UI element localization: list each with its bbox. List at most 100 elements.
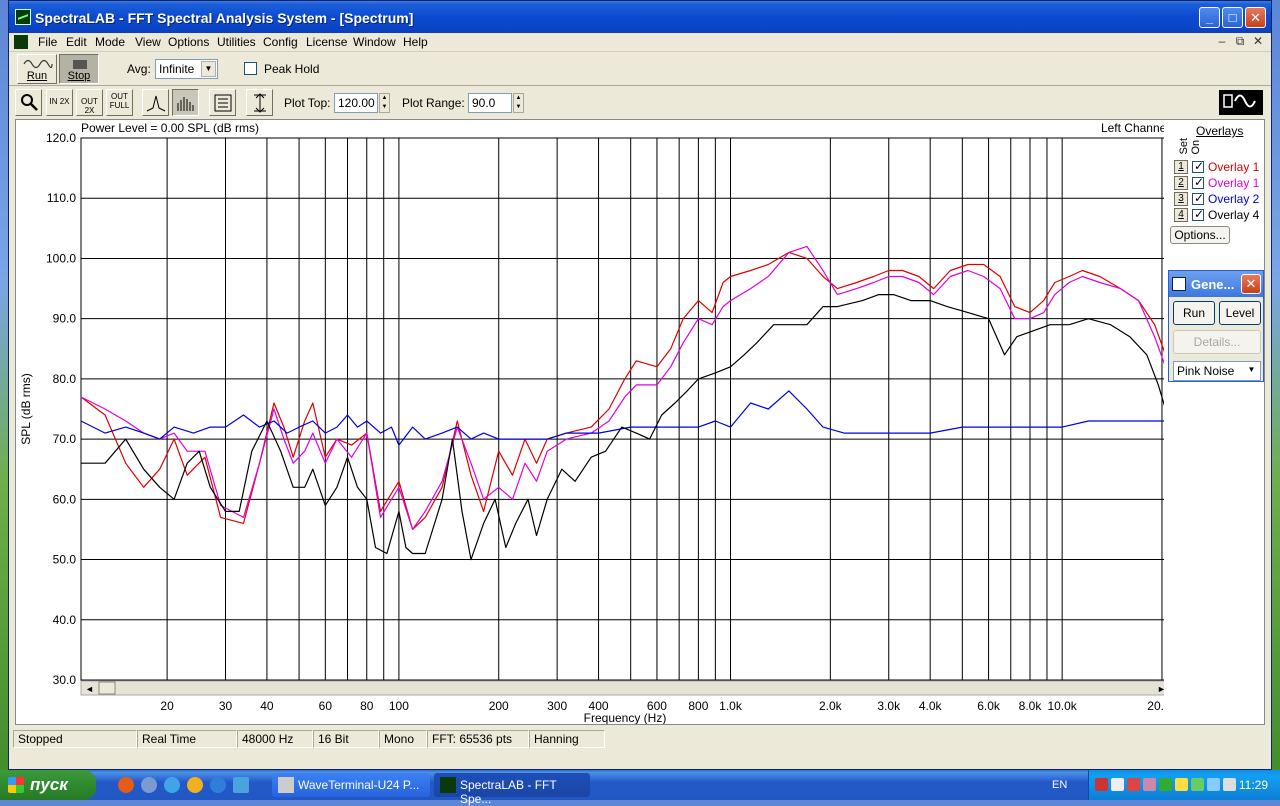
menu-utilities[interactable]: Utilities: [217, 35, 256, 49]
overlay-set-button-3[interactable]: 3: [1174, 192, 1188, 206]
overlay-set-button-2[interactable]: 2: [1174, 176, 1188, 190]
overlay-checkbox-2[interactable]: [1192, 175, 1204, 189]
update-icon[interactable]: [1175, 778, 1188, 791]
search-icon[interactable]: [164, 777, 180, 793]
generator-logo-button[interactable]: [1219, 90, 1263, 115]
avg-select[interactable]: Infinite ▼: [155, 59, 218, 79]
plot-top-label: Plot Top:: [284, 96, 331, 110]
avg-value: Infinite: [159, 62, 195, 76]
x-tick-label: 800: [688, 699, 708, 713]
status-rate: 48000 Hz: [237, 730, 313, 748]
shield-icon[interactable]: [1191, 778, 1204, 791]
x-tick-label: 60: [319, 699, 333, 713]
overlay-checkbox-3[interactable]: [1192, 191, 1204, 205]
bar-plot-button[interactable]: [172, 89, 199, 116]
scrollbar-thumb: [98, 681, 116, 695]
overlay-options-button[interactable]: Options...: [1170, 226, 1230, 244]
language-indicator[interactable]: EN: [1052, 779, 1067, 791]
generator-close-button[interactable]: ✕: [1241, 274, 1261, 294]
menu-help[interactable]: Help: [403, 35, 428, 49]
generator-level-button[interactable]: Level: [1219, 301, 1261, 325]
mdi-minimize-button[interactable]: –: [1214, 34, 1230, 48]
x-tick-label: 2.0k: [819, 699, 843, 713]
x-tick-label: 80: [360, 699, 374, 713]
plot-range-input[interactable]: 90.0: [468, 93, 512, 113]
network-icon[interactable]: [1095, 778, 1108, 791]
peak-hold-checkbox[interactable]: [244, 62, 257, 75]
device-icon[interactable]: [1159, 778, 1172, 791]
x-tick-label: 200: [489, 699, 509, 713]
folder-icon[interactable]: [233, 777, 249, 793]
start-button[interactable]: пуск: [0, 770, 96, 800]
antivirus-icon[interactable]: [1127, 778, 1140, 791]
zoom-out-2x-button[interactable]: OUT 2X: [76, 89, 103, 116]
close-button[interactable]: ✕: [1245, 7, 1266, 28]
menu-options[interactable]: Options: [168, 35, 209, 49]
task-waveterminal[interactable]: WaveTerminal-U24 P...: [272, 773, 430, 797]
x-tick-label: 1.0k: [719, 699, 743, 713]
maximize-button[interactable]: □: [1222, 7, 1243, 28]
generator-title: Gene...: [1191, 277, 1235, 292]
usb-icon[interactable]: [1223, 778, 1236, 791]
firefox-icon[interactable]: [118, 777, 134, 793]
player-icon[interactable]: [187, 777, 203, 793]
bar-plot-icon: [177, 97, 193, 111]
title-bar[interactable]: SpectraLAB - FFT Spectral Analysis Syste…: [9, 1, 1271, 33]
overlay-checkbox-4[interactable]: [1192, 207, 1204, 221]
plot-top-input[interactable]: 120.00: [334, 93, 378, 113]
zoom-in-2x-button[interactable]: IN 2X: [46, 89, 73, 116]
plot-top-spinner[interactable]: ▲ ▼: [379, 93, 390, 113]
menu-mode[interactable]: Mode: [95, 35, 125, 49]
mdi-close-button[interactable]: ✕: [1250, 34, 1266, 48]
y-tick-label: 110.0: [47, 191, 76, 205]
generator-signal-select[interactable]: Pink Noise ▼: [1173, 361, 1261, 381]
plot-range-spinner[interactable]: ▲ ▼: [513, 93, 524, 113]
document-icon[interactable]: [14, 35, 28, 49]
overlay-set-button-1[interactable]: 1: [1174, 160, 1188, 174]
menu-window[interactable]: Window: [353, 35, 396, 49]
monitor-icon[interactable]: [1207, 778, 1220, 791]
media-icon[interactable]: [141, 777, 157, 793]
x-tick-label: 4.0k: [919, 699, 943, 713]
menu-file[interactable]: File: [38, 35, 57, 49]
overlay-row-3: 3 Overlay 2: [1174, 191, 1266, 207]
menu-config[interactable]: Config: [263, 35, 298, 49]
generator-run-button[interactable]: Run: [1173, 301, 1215, 325]
ie-icon[interactable]: [210, 777, 226, 793]
volume-icon[interactable]: [1111, 778, 1124, 791]
task-spectralab[interactable]: SpectraLAB - FFT Spe...: [434, 773, 590, 806]
zoom-button[interactable]: [15, 89, 42, 116]
generator-title-bar[interactable]: Gene... ✕: [1169, 271, 1263, 297]
stop-label: Stop: [67, 70, 91, 82]
spectrum-plot-area[interactable]: Power Level = 0.00 SPL (dB rms) Left Chan…: [15, 119, 1265, 725]
status-mode: Real Time: [137, 730, 237, 748]
scroll-left-arrow-icon: ◄: [85, 684, 94, 694]
wave-icon: [23, 59, 53, 69]
menu-license[interactable]: License: [306, 35, 347, 49]
menu-view[interactable]: View: [135, 35, 161, 49]
y-tick-label: 120.0: [46, 131, 76, 145]
y-tick-label: 60.0: [53, 492, 77, 506]
task-waveterminal-label: WaveTerminal-U24 P...: [298, 778, 420, 792]
app-icon[interactable]: [15, 9, 31, 25]
overlay-set-button-4[interactable]: 4: [1174, 208, 1188, 222]
start-label: пуск: [30, 775, 68, 794]
status-fft: FFT: 65536 pts: [427, 730, 529, 748]
autoscale-button[interactable]: [246, 89, 273, 116]
menu-edit[interactable]: Edit: [66, 35, 87, 49]
magnify-icon: [20, 94, 38, 111]
stop-button[interactable]: Stop: [59, 54, 99, 84]
settings-button[interactable]: [209, 89, 236, 116]
overlay-name-3: Overlay 2: [1208, 192, 1260, 206]
list-settings-icon: [214, 94, 231, 112]
audio-driver-icon[interactable]: [1143, 778, 1156, 791]
overlay-checkbox-1[interactable]: [1192, 159, 1204, 173]
window-title: SpectraLAB - FFT Spectral Analysis Syste…: [35, 10, 414, 26]
line-plot-button[interactable]: [142, 89, 169, 116]
mdi-restore-button[interactable]: ⧉: [1232, 34, 1248, 49]
avg-label: Avg:: [127, 62, 151, 76]
run-button[interactable]: Run: [17, 54, 57, 84]
zoom-full-button[interactable]: OUT FULL: [106, 89, 133, 116]
minimize-button[interactable]: _: [1199, 7, 1220, 28]
zoom-out-2x-label: OUT 2X: [81, 97, 98, 115]
